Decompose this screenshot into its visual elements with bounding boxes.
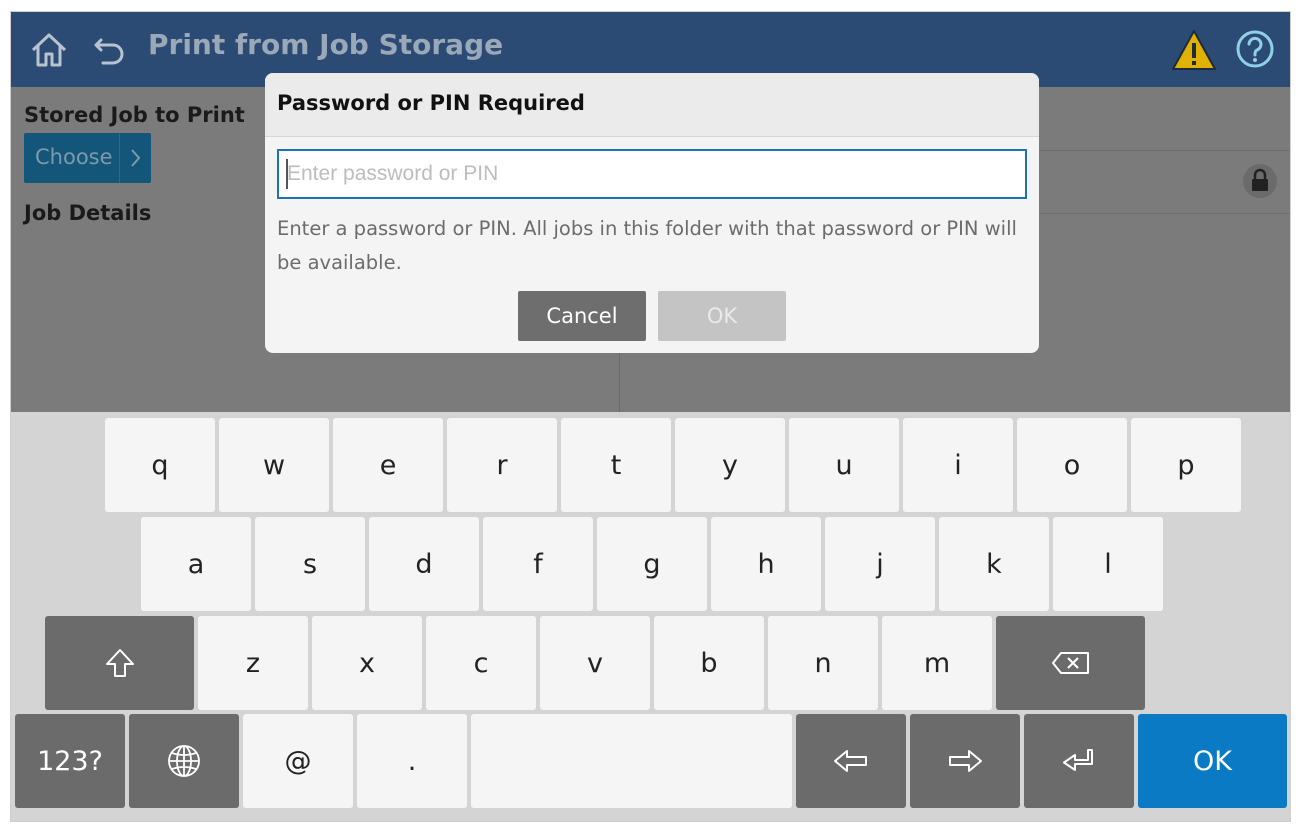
help-button[interactable] (1235, 29, 1275, 69)
key-n[interactable]: n (768, 616, 878, 710)
enter-icon (1063, 749, 1093, 771)
back-button[interactable] (93, 32, 129, 68)
dialog-header: Password or PIN Required (265, 73, 1039, 137)
key-m[interactable]: m (882, 616, 992, 710)
page-title: Print from Job Storage (148, 28, 504, 61)
job-details-label: Job Details (24, 201, 152, 225)
key-v[interactable]: v (540, 616, 650, 710)
key-h[interactable]: h (711, 517, 821, 611)
left-arrow-icon (834, 750, 867, 772)
key-a[interactable]: a (141, 517, 251, 611)
cursor-left-key[interactable] (796, 714, 906, 808)
key-u[interactable]: u (789, 418, 899, 512)
choose-button-label: Choose (35, 145, 113, 169)
language-key[interactable] (129, 714, 239, 808)
stored-job-label: Stored Job to Print (24, 103, 245, 127)
numbers-key[interactable]: 123? (15, 714, 125, 808)
key-o[interactable]: o (1017, 418, 1127, 512)
key-k[interactable]: k (939, 517, 1049, 611)
backspace-key[interactable] (996, 616, 1145, 710)
chevron-right-icon (119, 133, 152, 183)
key-w[interactable]: w (219, 418, 329, 512)
space-key[interactable] (471, 714, 792, 808)
dialog-title: Password or PIN Required (277, 91, 585, 115)
key-z[interactable]: z (198, 616, 308, 710)
choose-button[interactable]: Choose (24, 133, 151, 183)
password-dialog: Password or PIN Required Enter a passwor… (265, 73, 1039, 353)
key-j[interactable]: j (825, 517, 935, 611)
backspace-icon (1051, 652, 1089, 674)
key-r[interactable]: r (447, 418, 557, 512)
key-e[interactable]: e (333, 418, 443, 512)
cursor-right-key[interactable] (910, 714, 1020, 808)
cancel-button[interactable]: Cancel (518, 291, 646, 341)
help-circle-icon (1236, 30, 1274, 68)
period-key[interactable]: . (357, 714, 467, 808)
key-f[interactable]: f (483, 517, 593, 611)
dialog-ok-button[interactable]: OK (658, 291, 786, 341)
lock-icon (1243, 164, 1277, 198)
dialog-message: Enter a password or PIN. All jobs in thi… (277, 217, 1017, 274)
text-cursor (286, 159, 288, 189)
warning-button[interactable] (1171, 28, 1217, 72)
home-icon (31, 33, 67, 67)
key-b[interactable]: b (654, 616, 764, 710)
warning-triangle-icon (1172, 30, 1216, 70)
shift-key[interactable] (45, 616, 194, 710)
right-arrow-icon (949, 750, 982, 772)
back-arrow-icon (94, 38, 124, 65)
printer-control-panel: Print from Job Storage Stored Job to Pri… (10, 11, 1291, 822)
globe-icon (168, 745, 200, 777)
key-d[interactable]: d (369, 517, 479, 611)
key-c[interactable]: c (426, 616, 536, 710)
key-x[interactable]: x (312, 616, 422, 710)
home-button[interactable] (29, 30, 69, 70)
key-p[interactable]: p (1131, 418, 1241, 512)
key-s[interactable]: s (255, 517, 365, 611)
keyboard-ok-key[interactable]: OK (1138, 714, 1287, 808)
shift-arrow-icon (105, 649, 134, 677)
key-q[interactable]: q (105, 418, 215, 512)
enter-key[interactable] (1024, 714, 1134, 808)
key-y[interactable]: y (675, 418, 785, 512)
at-key[interactable]: @ (243, 714, 353, 808)
key-l[interactable]: l (1053, 517, 1163, 611)
password-input[interactable] (277, 149, 1027, 199)
key-i[interactable]: i (903, 418, 1013, 512)
key-g[interactable]: g (597, 517, 707, 611)
key-t[interactable]: t (561, 418, 671, 512)
on-screen-keyboard: q w e r t y u i o p a s d f g h j k l z … (11, 412, 1290, 821)
